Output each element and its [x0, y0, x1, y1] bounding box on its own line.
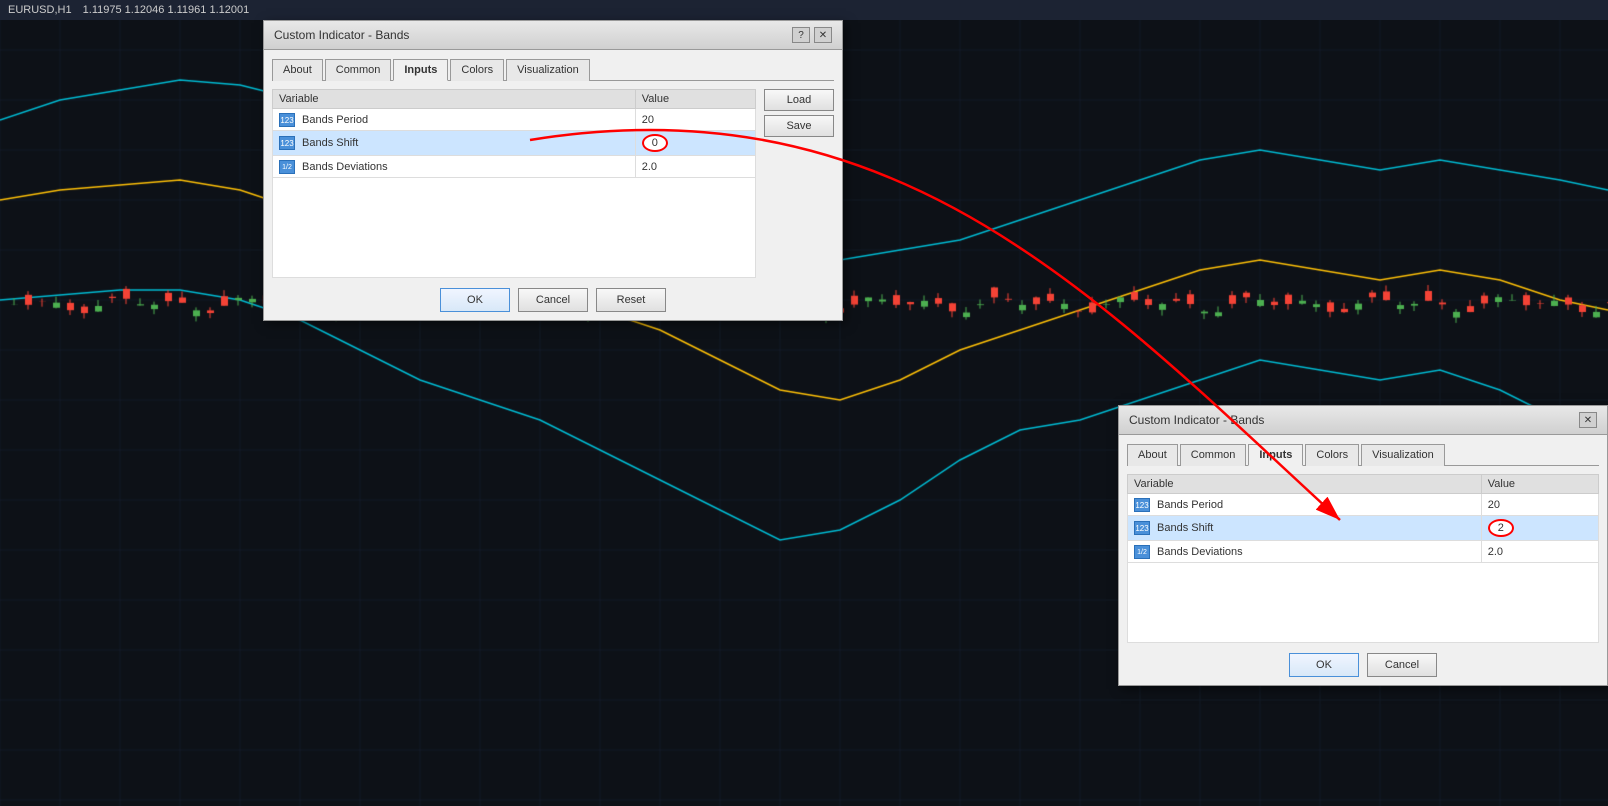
- dialog2: Custom Indicator - Bands ✕ About Common …: [1118, 405, 1608, 686]
- shift-value-circled: 0: [642, 134, 668, 152]
- dialog2-tabbar: About Common Inputs Colors Visualization: [1127, 443, 1599, 466]
- row3-icon: 1/2: [279, 160, 295, 174]
- table-row-selected[interactable]: 123 Bands Shift 0: [273, 131, 756, 156]
- col-variable: Variable: [273, 90, 636, 109]
- row3-variable: 1/2 Bands Deviations: [273, 156, 636, 178]
- dialog1-table-container: Variable Value 123 Bands Period 20: [272, 89, 756, 278]
- tab-colors[interactable]: Colors: [450, 59, 504, 81]
- table-row[interactable]: 1/2 Bands Deviations 2.0: [273, 156, 756, 178]
- row1-variable: 123 Bands Period: [273, 109, 636, 131]
- d2-row2-variable: 123 Bands Shift: [1128, 516, 1482, 541]
- d2-col-variable: Variable: [1128, 475, 1482, 494]
- dialog1-content: About Common Inputs Colors Visualization…: [272, 58, 834, 312]
- dialog2-table-container: Variable Value 123 Bands Period 20: [1127, 474, 1599, 643]
- row3-value[interactable]: 2.0: [635, 156, 755, 178]
- dialog1-bottom-buttons: OK Cancel Reset: [272, 288, 834, 312]
- cancel-button[interactable]: Cancel: [518, 288, 588, 312]
- row2-value[interactable]: 0: [635, 131, 755, 156]
- d2-row1-variable: 123 Bands Period: [1128, 494, 1482, 516]
- dialog2-tab-visualization[interactable]: Visualization: [1361, 444, 1445, 466]
- dialog1-tabbar: About Common Inputs Colors Visualization: [272, 58, 834, 81]
- dialog1-title: Custom Indicator - Bands: [274, 28, 409, 42]
- dialog2-tab-colors[interactable]: Colors: [1305, 444, 1359, 466]
- dialog2-body: About Common Inputs Colors Visualization…: [1119, 435, 1607, 685]
- d2-col-value: Value: [1481, 475, 1598, 494]
- d2-cancel-button[interactable]: Cancel: [1367, 653, 1437, 677]
- reset-button[interactable]: Reset: [596, 288, 666, 312]
- dialog2-titlebar: Custom Indicator - Bands ✕: [1119, 406, 1607, 435]
- dialog1-table-section: Variable Value 123 Bands Period 20: [272, 89, 834, 278]
- dialog1-close-button[interactable]: ✕: [814, 27, 832, 43]
- dialog1-body: About Common Inputs Colors Visualization…: [264, 50, 842, 320]
- row2-variable: 123 Bands Shift: [273, 131, 636, 156]
- d2-row3-icon: 1/2: [1134, 545, 1150, 559]
- row1-value[interactable]: 20: [635, 109, 755, 131]
- d2-row2-value[interactable]: 2: [1481, 516, 1598, 541]
- d2-table-row-selected[interactable]: 123 Bands Shift 2: [1128, 516, 1599, 541]
- dialog1-controls: ? ✕: [792, 27, 832, 43]
- dialog2-title: Custom Indicator - Bands: [1129, 413, 1264, 427]
- d2-row3-variable: 1/2 Bands Deviations: [1128, 541, 1482, 563]
- col-value: Value: [635, 90, 755, 109]
- d2-row1-value[interactable]: 20: [1481, 494, 1598, 516]
- chart-symbol: EURUSD,H1: [8, 4, 72, 16]
- dialog2-tab-common[interactable]: Common: [1180, 444, 1247, 466]
- dialog2-bottom-buttons: OK Cancel: [1127, 653, 1599, 677]
- tab-about[interactable]: About: [272, 59, 323, 81]
- chart-topbar: EURUSD,H1 1.11975 1.12046 1.11961 1.1200…: [0, 0, 1608, 20]
- dialog2-controls: ✕: [1579, 412, 1597, 428]
- dialog2-close-button[interactable]: ✕: [1579, 412, 1597, 428]
- row2-icon: 123: [279, 136, 295, 150]
- dialog2-tab-inputs[interactable]: Inputs: [1248, 444, 1303, 466]
- tab-visualization[interactable]: Visualization: [506, 59, 590, 81]
- tab-inputs[interactable]: Inputs: [393, 59, 448, 81]
- d2-row2-icon: 123: [1134, 521, 1150, 535]
- d2-table-row[interactable]: 123 Bands Period 20: [1128, 494, 1599, 516]
- inputs-table: Variable Value 123 Bands Period 20: [272, 89, 756, 278]
- d2-table-row[interactable]: 1/2 Bands Deviations 2.0: [1128, 541, 1599, 563]
- dialog2-tab-about[interactable]: About: [1127, 444, 1178, 466]
- table-row[interactable]: 123 Bands Period 20: [273, 109, 756, 131]
- dialog2-inputs-table: Variable Value 123 Bands Period 20: [1127, 474, 1599, 643]
- row1-icon: 123: [279, 113, 295, 127]
- dialog1: Custom Indicator - Bands ? ✕ About Commo…: [263, 20, 843, 321]
- d2-row3-value[interactable]: 2.0: [1481, 541, 1598, 563]
- d2-shift-value-circled: 2: [1488, 519, 1514, 537]
- load-button[interactable]: Load: [764, 89, 834, 111]
- dialog1-help-button[interactable]: ?: [792, 27, 810, 43]
- ok-button[interactable]: OK: [440, 288, 510, 312]
- dialog1-side-buttons: Load Save: [764, 89, 834, 137]
- dialog1-titlebar: Custom Indicator - Bands ? ✕: [264, 21, 842, 50]
- save-button[interactable]: Save: [764, 115, 834, 137]
- d2-row1-icon: 123: [1134, 498, 1150, 512]
- tab-common[interactable]: Common: [325, 59, 392, 81]
- d2-ok-button[interactable]: OK: [1289, 653, 1359, 677]
- dialog2-table-section: Variable Value 123 Bands Period 20: [1127, 474, 1599, 643]
- chart-prices: 1.11975 1.12046 1.11961 1.12001: [83, 4, 250, 16]
